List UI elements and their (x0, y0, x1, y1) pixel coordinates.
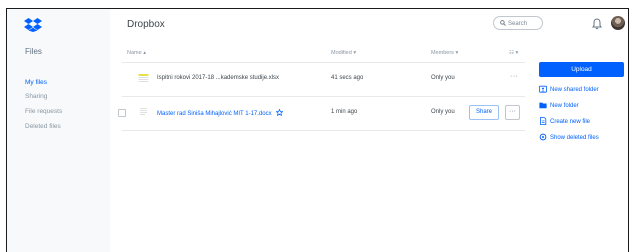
column-header-name[interactable]: Name ▴ (127, 50, 146, 56)
table-row[interactable]: Master rad Siniša Mihajlović MIT 1-17.do… (110, 97, 525, 129)
bell-icon[interactable] (592, 17, 602, 35)
share-button[interactable]: Share (469, 105, 499, 120)
docx-file-icon (138, 105, 149, 119)
main-content: Dropbox Search Name ▴ Modified ▾ Members… (110, 9, 628, 252)
action-label: Show deleted files (550, 135, 599, 141)
sidebar-section-files[interactable]: Files (25, 47, 42, 56)
column-header-members[interactable]: Members ▾ (431, 50, 458, 56)
members-value: Only you (431, 75, 455, 81)
avatar[interactable] (611, 16, 625, 30)
members-value: Only you (431, 109, 455, 115)
sidebar-item-my-files[interactable]: My files (25, 79, 47, 86)
file-name[interactable]: Ispitni rokovi 2017-18 ...kademske studi… (157, 75, 279, 81)
search-icon (500, 20, 506, 26)
file-icon (540, 117, 547, 125)
more-options-button[interactable]: ··· (505, 105, 520, 120)
sidebar-item-deleted-files[interactable]: Deleted files (25, 123, 61, 130)
action-label: New shared folder (550, 87, 599, 93)
app-window: Files My files Sharing File requests Del… (6, 8, 629, 252)
file-name[interactable]: Master rad Siniša Mihajlović MIT 1-17.do… (157, 108, 284, 117)
sidebar: Files My files Sharing File requests Del… (7, 9, 110, 252)
page-title: Dropbox (127, 19, 165, 30)
upload-button[interactable]: Upload (539, 62, 624, 77)
search-placeholder: Search (508, 21, 528, 27)
shared-folder-icon (539, 85, 547, 93)
sidebar-item-file-requests[interactable]: File requests (25, 108, 62, 115)
column-header-modified[interactable]: Modified ▾ (331, 50, 356, 56)
action-label: New folder (550, 103, 579, 109)
new-folder-action[interactable]: New folder (539, 101, 579, 109)
show-deleted-files-action[interactable]: Show deleted files (539, 133, 599, 141)
new-shared-folder-action[interactable]: New shared folder (539, 85, 599, 93)
create-new-file-action[interactable]: Create new file (539, 117, 590, 125)
row-checkbox[interactable] (118, 109, 126, 117)
sidebar-item-sharing[interactable]: Sharing (25, 93, 47, 100)
action-label: Create new file (550, 119, 591, 125)
view-options-button[interactable]: ☷ ▾ (509, 50, 518, 56)
divider (122, 130, 525, 131)
folder-icon (539, 102, 547, 109)
xlsx-file-icon (138, 71, 149, 85)
modified-value: 1 min ago (331, 109, 358, 115)
search-input[interactable]: Search (493, 16, 543, 30)
table-row[interactable]: Ispitni rokovi 2017-18 ...kademske studi… (110, 63, 525, 95)
star-icon[interactable] (275, 108, 284, 117)
deleted-files-icon (539, 133, 547, 141)
file-name-text: Master rad Siniša Mihajlović MIT 1-17.do… (157, 111, 272, 117)
modified-value: 41 secs ago (331, 75, 364, 81)
more-options-button[interactable]: ··· (510, 73, 519, 80)
dropbox-logo-icon[interactable] (24, 18, 42, 37)
